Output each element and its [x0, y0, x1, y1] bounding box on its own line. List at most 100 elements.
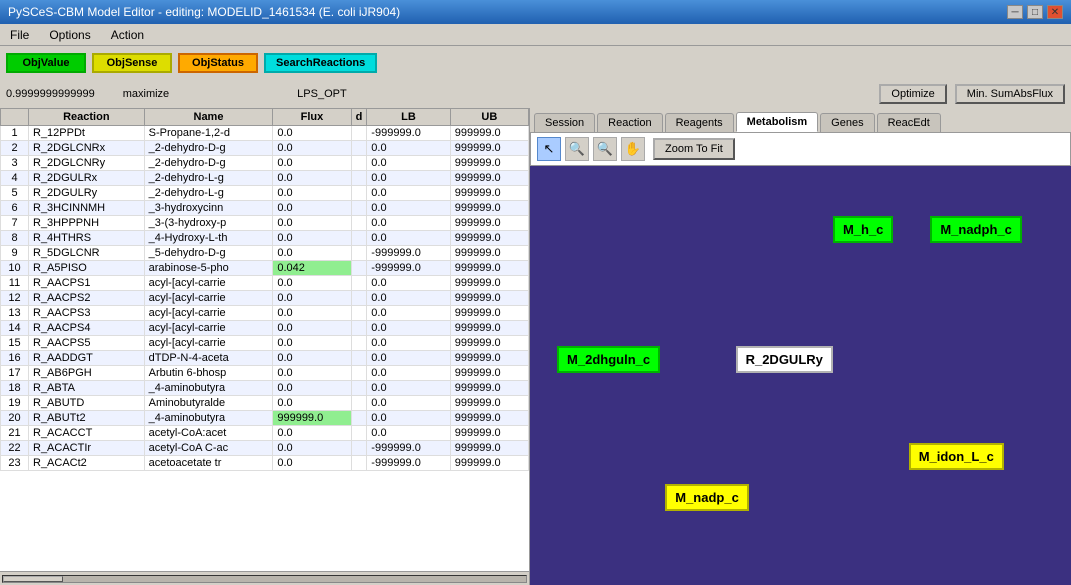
objstatus-button[interactable]: ObjStatus — [178, 53, 258, 73]
cell-flux[interactable]: 0.0 — [273, 126, 351, 141]
cell-reaction[interactable]: R_5DGLCNR — [29, 246, 145, 261]
cell-reaction[interactable]: R_AACPS4 — [29, 321, 145, 336]
table-row[interactable]: 13 R_AACPS3 acyl-[acyl-carrie 0.0 0.0 99… — [1, 306, 529, 321]
cell-flux[interactable]: 0.0 — [273, 231, 351, 246]
cell-flux[interactable]: 0.0 — [273, 441, 351, 456]
scrollbar-thumb[interactable] — [3, 576, 63, 582]
cell-flux[interactable]: 0.0 — [273, 276, 351, 291]
cell-reaction[interactable]: R_3HCINNMH — [29, 201, 145, 216]
cell-flux[interactable]: 999999.0 — [273, 411, 351, 426]
menu-file[interactable]: File — [4, 26, 35, 44]
col-flux[interactable]: Flux — [273, 109, 351, 126]
table-row[interactable]: 22 R_ACACTIr acetyl-CoA C-ac 0.0 -999999… — [1, 441, 529, 456]
table-row[interactable]: 21 R_ACACCT acetyl-CoA:acet 0.0 0.0 9999… — [1, 426, 529, 441]
cell-reaction[interactable]: R_ABUTD — [29, 396, 145, 411]
cell-reaction[interactable]: R_ACACt2 — [29, 456, 145, 471]
zoom-fit-button[interactable]: Zoom To Fit — [653, 138, 735, 160]
table-row[interactable]: 7 R_3HPPPNH _3-(3-hydroxy-p 0.0 0.0 9999… — [1, 216, 529, 231]
select-tool-button[interactable]: ↖ — [537, 137, 561, 161]
table-row[interactable]: 10 R_A5PISO arabinose-5-pho 0.042 -99999… — [1, 261, 529, 276]
close-button[interactable]: ✕ — [1047, 5, 1063, 19]
cell-flux[interactable]: 0.0 — [273, 381, 351, 396]
tab-session[interactable]: Session — [534, 113, 595, 132]
table-row[interactable]: 14 R_AACPS4 acyl-[acyl-carrie 0.0 0.0 99… — [1, 321, 529, 336]
cell-reaction[interactable]: R_2DGULRx — [29, 171, 145, 186]
table-row[interactable]: 9 R_5DGLCNR _5-dehydro-D-g 0.0 -999999.0… — [1, 246, 529, 261]
cell-reaction[interactable]: R_2DGULRy — [29, 186, 145, 201]
table-row[interactable]: 16 R_AADDGT dTDP-N-4-aceta 0.0 0.0 99999… — [1, 351, 529, 366]
cell-reaction[interactable]: R_AACPS5 — [29, 336, 145, 351]
cell-reaction[interactable]: R_ACACTIr — [29, 441, 145, 456]
canvas-node-m_nadp_c[interactable]: M_nadp_c — [665, 484, 749, 511]
cell-flux[interactable]: 0.0 — [273, 366, 351, 381]
cell-flux[interactable]: 0.0 — [273, 201, 351, 216]
cell-flux[interactable]: 0.0 — [273, 456, 351, 471]
cell-flux[interactable]: 0.0 — [273, 351, 351, 366]
menu-options[interactable]: Options — [43, 26, 96, 44]
optimize-button[interactable]: Optimize — [879, 84, 946, 104]
zoom-out-button[interactable]: 🔍─ — [593, 137, 617, 161]
table-row[interactable]: 1 R_12PPDt S-Propane-1,2-d 0.0 -999999.0… — [1, 126, 529, 141]
cell-flux[interactable]: 0.0 — [273, 396, 351, 411]
table-row[interactable]: 17 R_AB6PGH Arbutin 6-bhosp 0.0 0.0 9999… — [1, 366, 529, 381]
table-row[interactable]: 2 R_2DGLCNRx _2-dehydro-D-g 0.0 0.0 9999… — [1, 141, 529, 156]
tab-reacedt[interactable]: ReacEdt — [877, 113, 941, 132]
table-row[interactable]: 6 R_3HCINNMH _3-hydroxycinn 0.0 0.0 9999… — [1, 201, 529, 216]
tab-reaction[interactable]: Reaction — [597, 113, 662, 132]
cell-reaction[interactable]: R_12PPDt — [29, 126, 145, 141]
canvas-node-m_2dhguln_c[interactable]: M_2dhguln_c — [557, 346, 660, 373]
cell-flux[interactable]: 0.0 — [273, 246, 351, 261]
maximize-button[interactable]: □ — [1027, 5, 1043, 19]
table-row[interactable]: 4 R_2DGULRx _2-dehydro-L-g 0.0 0.0 99999… — [1, 171, 529, 186]
searchreactions-button[interactable]: SearchReactions — [264, 53, 377, 73]
table-row[interactable]: 23 R_ACACt2 acetoacetate tr 0.0 -999999.… — [1, 456, 529, 471]
col-name[interactable]: Name — [144, 109, 273, 126]
cell-reaction[interactable]: R_AACPS2 — [29, 291, 145, 306]
cell-flux[interactable]: 0.0 — [273, 186, 351, 201]
cell-flux[interactable]: 0.0 — [273, 216, 351, 231]
minimize-button[interactable]: ─ — [1007, 5, 1023, 19]
pan-tool-button[interactable]: ✋ — [621, 137, 645, 161]
cell-flux[interactable]: 0.0 — [273, 336, 351, 351]
tab-metabolism[interactable]: Metabolism — [736, 112, 819, 132]
tab-genes[interactable]: Genes — [820, 113, 874, 132]
cell-reaction[interactable]: R_AACPS3 — [29, 306, 145, 321]
objsense-button[interactable]: ObjSense — [92, 53, 172, 73]
col-ub[interactable]: UB — [450, 109, 528, 126]
cell-reaction[interactable]: R_AADDGT — [29, 351, 145, 366]
canvas-node-m_idon_l_c[interactable]: M_idon_L_c — [909, 443, 1004, 470]
tab-reagents[interactable]: Reagents — [665, 113, 734, 132]
canvas-node-m_h_c[interactable]: M_h_c — [833, 216, 893, 243]
cell-reaction[interactable]: R_4HTHRS — [29, 231, 145, 246]
table-row[interactable]: 11 R_AACPS1 acyl-[acyl-carrie 0.0 0.0 99… — [1, 276, 529, 291]
objvalue-button[interactable]: ObjValue — [6, 53, 86, 73]
table-row[interactable]: 15 R_AACPS5 acyl-[acyl-carrie 0.0 0.0 99… — [1, 336, 529, 351]
min-sumabsflux-button[interactable]: Min. SumAbsFlux — [955, 84, 1065, 104]
cell-flux[interactable]: 0.0 — [273, 321, 351, 336]
table-row[interactable]: 18 R_ABTA _4-aminobutyra 0.0 0.0 999999.… — [1, 381, 529, 396]
cell-reaction[interactable]: R_2DGLCNRx — [29, 141, 145, 156]
cell-flux[interactable]: 0.042 — [273, 261, 351, 276]
col-lb[interactable]: LB — [367, 109, 450, 126]
cell-flux[interactable]: 0.0 — [273, 156, 351, 171]
cell-reaction[interactable]: R_A5PISO — [29, 261, 145, 276]
cell-reaction[interactable]: R_ACACCT — [29, 426, 145, 441]
menu-action[interactable]: Action — [105, 26, 150, 44]
table-row[interactable]: 19 R_ABUTD Aminobutyralde 0.0 0.0 999999… — [1, 396, 529, 411]
cell-flux[interactable]: 0.0 — [273, 291, 351, 306]
col-reaction[interactable]: Reaction — [29, 109, 145, 126]
table-row[interactable]: 12 R_AACPS2 acyl-[acyl-carrie 0.0 0.0 99… — [1, 291, 529, 306]
cell-flux[interactable]: 0.0 — [273, 306, 351, 321]
zoom-in-button[interactable]: 🔍 — [565, 137, 589, 161]
cell-flux[interactable]: 0.0 — [273, 141, 351, 156]
table-row[interactable]: 3 R_2DGLCNRy _2-dehydro-D-g 0.0 0.0 9999… — [1, 156, 529, 171]
horizontal-scrollbar[interactable] — [0, 571, 529, 585]
cell-reaction[interactable]: R_ABTA — [29, 381, 145, 396]
cell-reaction[interactable]: R_ABUTt2 — [29, 411, 145, 426]
table-row[interactable]: 5 R_2DGULRy _2-dehydro-L-g 0.0 0.0 99999… — [1, 186, 529, 201]
col-d[interactable]: d — [351, 109, 367, 126]
scrollbar-track[interactable] — [2, 575, 527, 583]
canvas-node-r_2dgulry[interactable]: R_2DGULRy — [736, 346, 833, 373]
table-row[interactable]: 8 R_4HTHRS _4-Hydroxy-L-th 0.0 0.0 99999… — [1, 231, 529, 246]
canvas-node-m_nadph_c[interactable]: M_nadph_c — [930, 216, 1022, 243]
